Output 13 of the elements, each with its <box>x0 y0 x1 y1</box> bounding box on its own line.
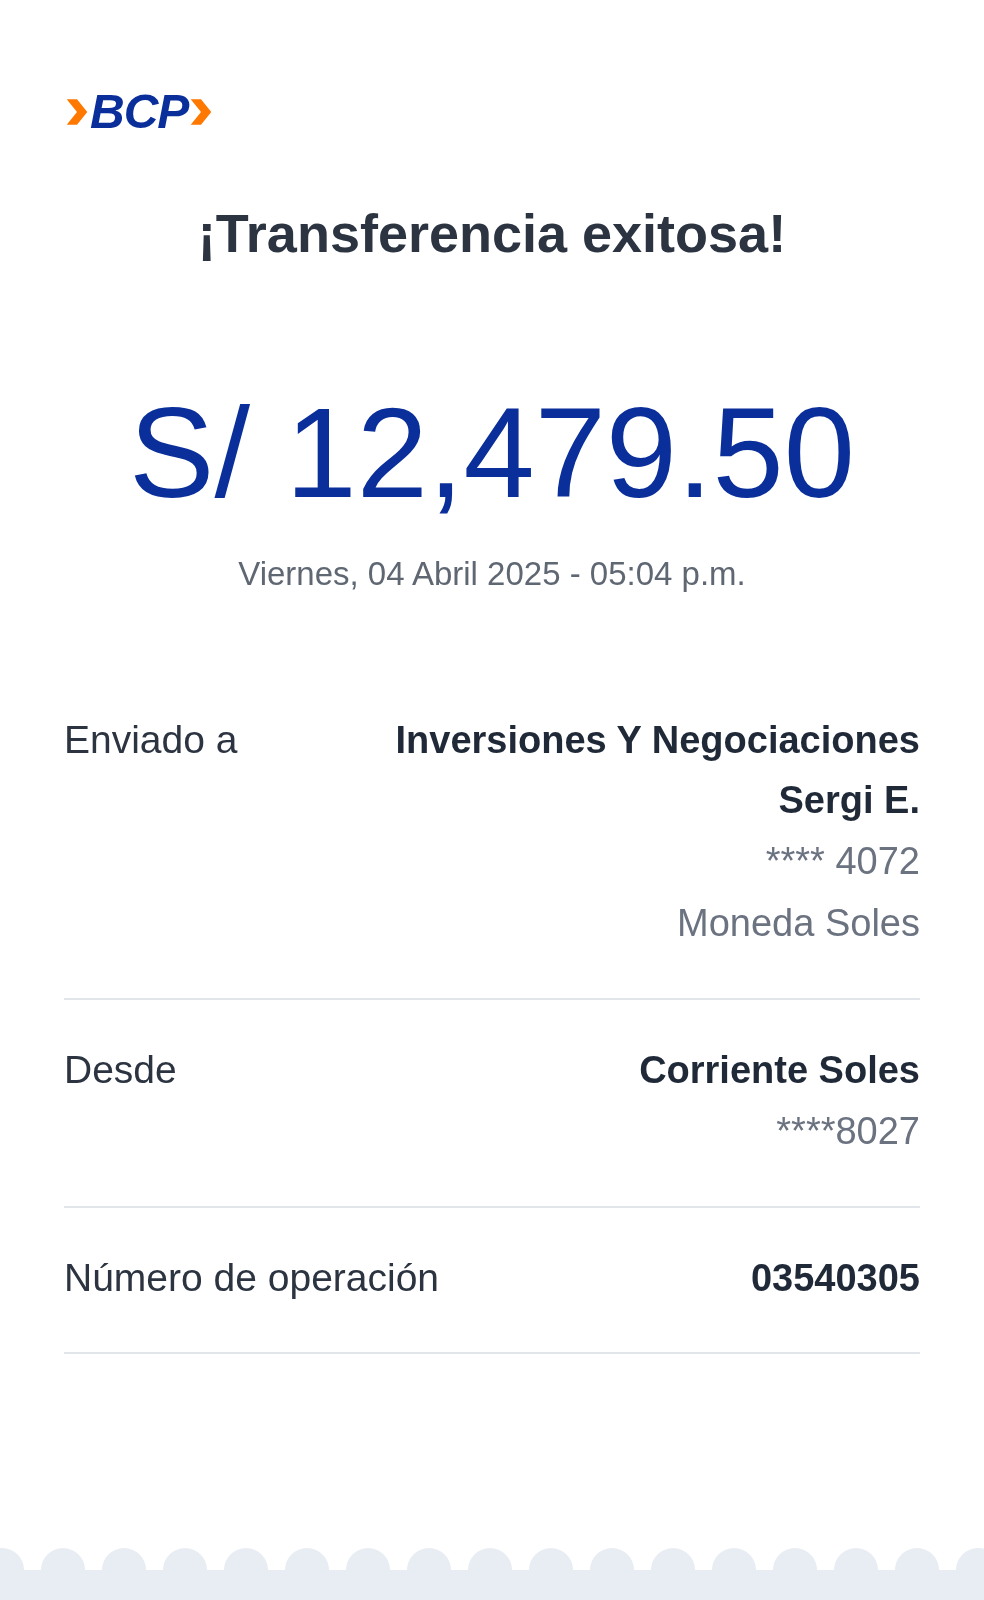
amount: S/ 12,479.50 <box>128 380 856 526</box>
detail-label: Desde <box>64 1047 177 1093</box>
detail-value: Inversiones Y Negociaciones Sergi E. <box>394 718 920 823</box>
success-title: ¡Transferencia exitosa! <box>196 202 788 265</box>
detail-subtext: **** 4072 <box>764 839 920 884</box>
detail-label: Enviado a <box>64 717 238 763</box>
detail-label: Número de operación <box>64 1255 440 1301</box>
detail-value: Corriente Soles <box>639 1048 920 1093</box>
detail-value: 03540305 <box>750 1256 920 1301</box>
bank-logo-text: BCP <box>90 88 189 136</box>
detail-subtext: Moneda Soles <box>676 901 920 946</box>
date-time: Viernes, 04 Abril 2025 - 05:04 p.m. <box>237 554 747 594</box>
detail-subtext: ****8027 <box>775 1109 920 1154</box>
